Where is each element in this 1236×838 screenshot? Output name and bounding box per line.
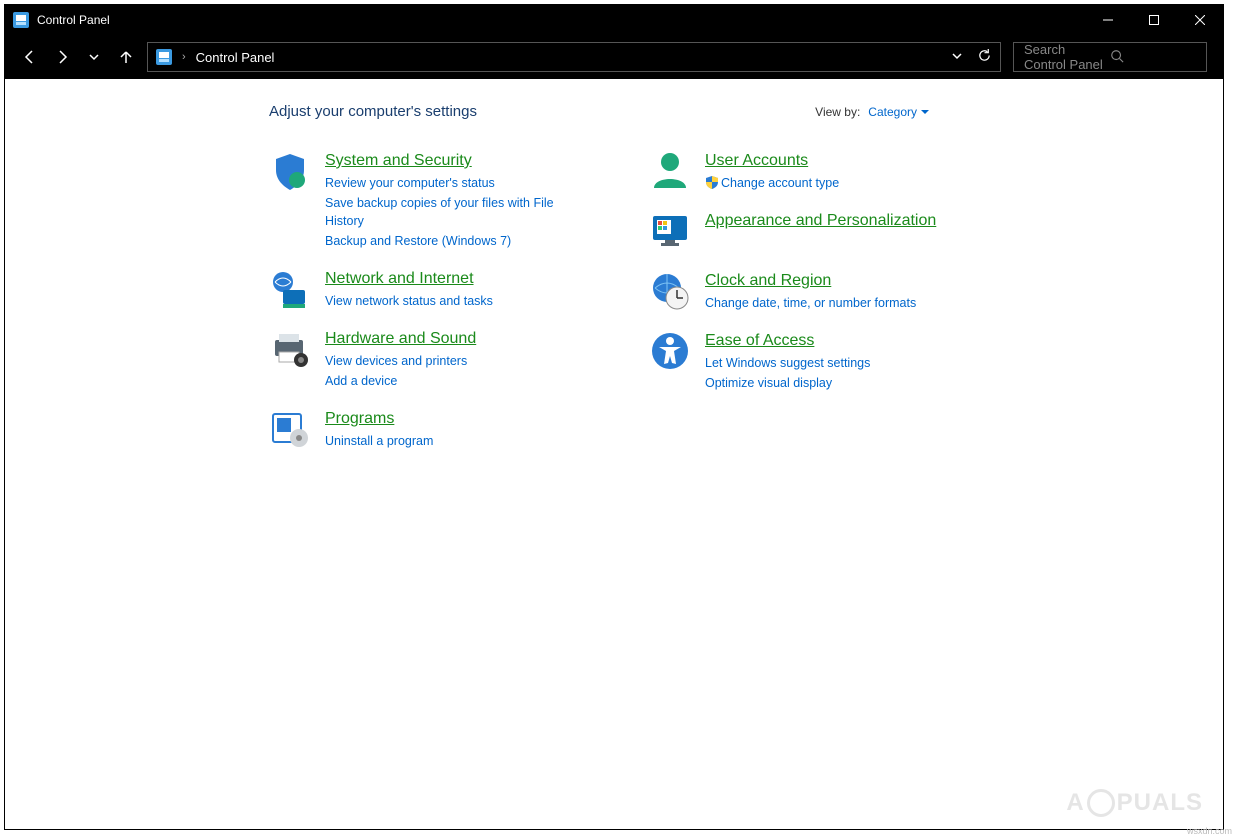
category-system-security: System and Security Review your computer…	[269, 150, 589, 250]
category-programs: Programs Uninstall a program	[269, 408, 589, 450]
category-network-internet: Network and Internet View network status…	[269, 268, 589, 310]
task-link[interactable]: View network status and tasks	[325, 292, 493, 310]
back-button[interactable]	[21, 48, 39, 66]
category-link[interactable]: Network and Internet	[325, 268, 493, 290]
page-header: Adjust your computer's settings View by:…	[269, 103, 1189, 120]
category-link[interactable]: Appearance and Personalization	[705, 210, 936, 232]
category-link[interactable]: Clock and Region	[705, 270, 916, 292]
task-link[interactable]: View devices and printers	[325, 352, 476, 370]
task-link[interactable]: Uninstall a program	[325, 432, 433, 450]
uac-shield-icon	[705, 175, 719, 189]
minimize-button[interactable]	[1085, 5, 1131, 35]
category-ease-of-access: Ease of Access Let Windows suggest setti…	[649, 330, 989, 392]
monitor-icon	[649, 210, 691, 252]
category-user-accounts: User Accounts Change account type	[649, 150, 989, 192]
task-link[interactable]: Save backup copies of your files with Fi…	[325, 194, 589, 230]
category-column-left: System and Security Review your computer…	[269, 150, 589, 450]
page-title: Adjust your computer's settings	[269, 103, 477, 120]
window-frame: Control Panel	[4, 4, 1224, 830]
forward-button[interactable]	[53, 48, 71, 66]
search-icon	[1110, 49, 1196, 66]
recent-locations-button[interactable]	[85, 48, 103, 66]
task-link[interactable]: Backup and Restore (Windows 7)	[325, 232, 589, 250]
category-link[interactable]: User Accounts	[705, 150, 839, 172]
task-link[interactable]: Optimize visual display	[705, 374, 870, 392]
task-link[interactable]: Let Windows suggest settings	[705, 354, 870, 372]
control-panel-icon	[13, 12, 29, 28]
viewby-dropdown[interactable]: Category	[868, 105, 929, 119]
close-button[interactable]	[1177, 5, 1223, 35]
chevron-down-icon	[921, 108, 929, 116]
task-link[interactable]: Change account type	[705, 174, 839, 192]
category-link[interactable]: Hardware and Sound	[325, 328, 476, 350]
task-link[interactable]: Add a device	[325, 372, 476, 390]
history-dropdown-icon[interactable]	[951, 50, 963, 65]
search-placeholder: Search Control Panel	[1024, 42, 1110, 72]
up-button[interactable]	[117, 48, 135, 66]
maximize-button[interactable]	[1131, 5, 1177, 35]
category-hardware-sound: Hardware and Sound View devices and prin…	[269, 328, 589, 390]
clock-icon	[649, 270, 691, 312]
task-link[interactable]: Review your computer's status	[325, 174, 589, 192]
viewby-label: View by:	[815, 105, 860, 119]
network-icon	[269, 268, 311, 310]
programs-icon	[269, 408, 311, 450]
credit-text: wsxdn.com	[1187, 826, 1232, 836]
accessibility-icon	[649, 330, 691, 372]
mascot-icon	[1087, 789, 1115, 817]
category-clock-region: Clock and Region Change date, time, or n…	[649, 270, 989, 312]
printer-icon	[269, 328, 311, 370]
control-panel-icon	[156, 49, 172, 65]
task-link[interactable]: Change date, time, or number formats	[705, 294, 916, 312]
category-appearance: Appearance and Personalization	[649, 210, 989, 252]
category-link[interactable]: Ease of Access	[705, 330, 870, 352]
window-title: Control Panel	[37, 13, 110, 27]
chevron-right-icon: ›	[182, 51, 186, 63]
category-column-right: User Accounts Change account type	[649, 150, 989, 450]
content-area: Adjust your computer's settings View by:…	[5, 79, 1223, 829]
category-link[interactable]: System and Security	[325, 150, 589, 172]
navbar: › Control Panel Search Control Panel	[5, 35, 1223, 79]
address-bar[interactable]: › Control Panel	[147, 42, 1001, 72]
search-input[interactable]: Search Control Panel	[1013, 42, 1207, 72]
watermark: APUALS	[1066, 789, 1203, 817]
category-link[interactable]: Programs	[325, 408, 433, 430]
titlebar: Control Panel	[5, 5, 1223, 35]
shield-icon	[269, 150, 311, 192]
refresh-button[interactable]	[977, 48, 992, 66]
user-icon	[649, 150, 691, 192]
breadcrumb-current[interactable]: Control Panel	[196, 50, 275, 65]
